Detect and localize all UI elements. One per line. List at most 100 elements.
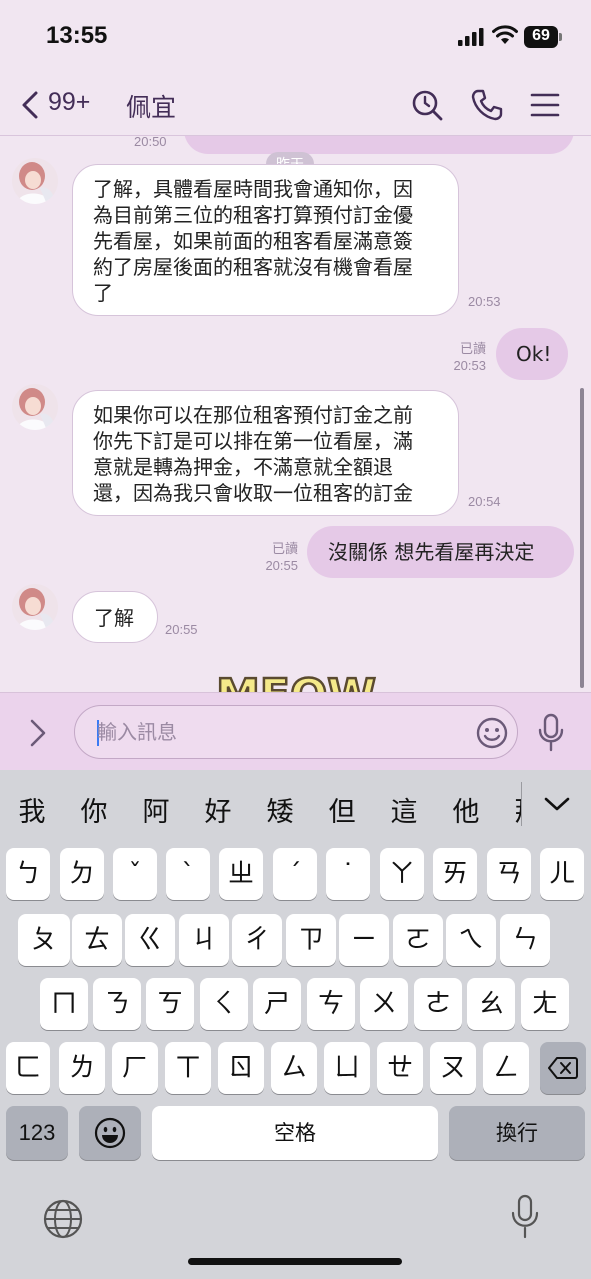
search-icon[interactable] [410,88,444,122]
battery-level: 69 [532,27,550,44]
cellular-signal-icon [458,28,484,46]
unread-count[interactable]: 99+ [48,88,90,117]
key[interactable]: ㄕ [253,978,301,1030]
read-receipt: 已讀 20:53 [440,340,486,374]
candidate-word[interactable]: 阿 [136,790,176,829]
key[interactable]: ㄥ [483,1042,529,1094]
key[interactable]: ㄦ [540,848,584,900]
chevron-left-icon[interactable] [18,88,44,122]
key[interactable]: ㄟ [446,914,496,966]
candidate-word[interactable]: 矮 [260,790,300,829]
menu-icon[interactable] [528,88,562,122]
emoji-icon [94,1117,126,1149]
key[interactable]: ㄒ [165,1042,211,1094]
key[interactable]: ˇ [113,848,157,900]
key[interactable]: ㄘ [307,978,355,1030]
avatar[interactable] [12,158,58,204]
key[interactable]: ㄑ [200,978,248,1030]
candidate-word[interactable]: 那 [508,790,523,829]
message-line: 約了房屋後面的租客就沒有機會看屋 [93,255,413,279]
space-key[interactable]: 空格 [152,1106,438,1160]
message-line: 你先下訂是可以排在第一位看屋，滿 [93,429,413,453]
outgoing-message-bubble[interactable]: 沒關係 想先看屋再決定 [307,526,574,578]
key[interactable]: ㄏ [112,1042,158,1094]
key[interactable]: ㄧ [339,914,389,966]
emoji-icon[interactable] [475,716,509,750]
phone-icon[interactable] [470,88,504,122]
delete-key[interactable] [540,1042,586,1094]
previous-message-bubble[interactable] [184,136,574,154]
globe-icon[interactable] [42,1198,84,1240]
key[interactable]: ㄞ [433,848,477,900]
key[interactable]: ㄛ [393,914,443,966]
message-line: 還，因為我只會收取一位租客的訂金 [93,481,413,505]
candidate-word[interactable]: 你 [74,790,114,829]
key[interactable]: ㄈ [6,1042,50,1094]
key[interactable]: ㄢ [487,848,531,900]
key[interactable]: ㄝ [377,1042,423,1094]
key[interactable]: ˋ [166,848,210,900]
key[interactable]: ㄓ [219,848,263,900]
key[interactable]: ㄖ [218,1042,264,1094]
candidate-word[interactable]: 他 [446,790,486,829]
status-time: 13:55 [46,22,108,49]
key[interactable]: ㄔ [232,914,282,966]
key[interactable]: ㄙ [271,1042,317,1094]
candidate-word[interactable]: 我 [12,790,52,829]
candidate-word[interactable]: 但 [322,790,362,829]
avatar[interactable] [12,584,58,630]
key[interactable]: ㄚ [380,848,424,900]
numbers-key[interactable]: 123 [6,1106,68,1160]
key[interactable]: ㄐ [179,914,229,966]
key[interactable]: ㄇ [40,978,88,1030]
message-time: 20:50 [134,136,167,149]
key[interactable]: ㄋ [93,978,141,1030]
candidate-word[interactable]: 這 [384,790,424,829]
key[interactable]: ㄣ [500,914,550,966]
outgoing-message-bubble[interactable]: Ok! [496,328,568,380]
emoji-key[interactable] [79,1106,141,1160]
key[interactable]: ㄍ [125,914,175,966]
key[interactable]: ㄤ [521,978,569,1030]
incoming-message-bubble[interactable]: 了解，具體看屋時間我會通知你，因 為目前第三位的租客打算預付訂金優 先看屋，如果… [72,164,459,316]
key[interactable]: ㄨ [360,978,408,1030]
key[interactable]: ㄊ [72,914,122,966]
candidate-overflow: 那 [508,790,523,830]
chevron-right-icon[interactable] [24,717,52,749]
microphone-icon[interactable] [510,1194,540,1240]
candidate-divider [521,782,522,826]
message-list[interactable]: 20:50 昨天 了解，具體看屋時間我會通知你，因 為目前第三位的租客打算預付訂… [0,136,591,692]
key[interactable]: ㄩ [324,1042,370,1094]
incoming-message-bubble[interactable]: 了解 [72,591,158,643]
input-bar [0,692,591,770]
key[interactable]: ˙ [326,848,370,900]
return-key[interactable]: 換行 [449,1106,585,1160]
key[interactable]: ㄗ [286,914,336,966]
chevron-down-icon[interactable] [543,794,571,814]
keyboard: 我 你 阿 好 矮 但 這 他 那 ㄅ ㄉ ˇ ˋ ㄓ ˊ ˙ ㄚ ㄞ ㄢ ㄦ … [0,770,591,1279]
message-time: 20:55 [265,558,298,573]
key[interactable]: ㄅ [6,848,50,900]
key[interactable]: ˊ [273,848,317,900]
avatar[interactable] [12,384,58,430]
microphone-icon[interactable] [536,713,566,753]
key[interactable]: ㄌ [59,1042,105,1094]
home-indicator[interactable] [188,1258,402,1265]
message-line: 如果你可以在那位租客預付訂金之前 [93,403,413,427]
read-label: 已讀 [271,541,298,556]
key[interactable]: ㄠ [467,978,515,1030]
key[interactable]: ㄜ [414,978,462,1030]
message-time: 20:53 [453,358,486,373]
scrollbar[interactable] [580,388,584,688]
key[interactable]: ㄡ [430,1042,476,1094]
message-input[interactable] [97,718,457,746]
candidate-word[interactable]: 好 [198,790,238,829]
sticker[interactable]: MEOW [196,670,396,692]
message-input-container[interactable] [74,705,518,759]
backspace-icon [548,1057,578,1079]
incoming-message-bubble[interactable]: 如果你可以在那位租客預付訂金之前 你先下訂是可以排在第一位看屋，滿 意就是轉為押… [72,390,459,516]
message-text: Ok! [516,342,552,366]
key[interactable]: ㄉ [60,848,104,900]
key[interactable]: ㄆ [18,914,70,966]
key[interactable]: ㄎ [146,978,194,1030]
